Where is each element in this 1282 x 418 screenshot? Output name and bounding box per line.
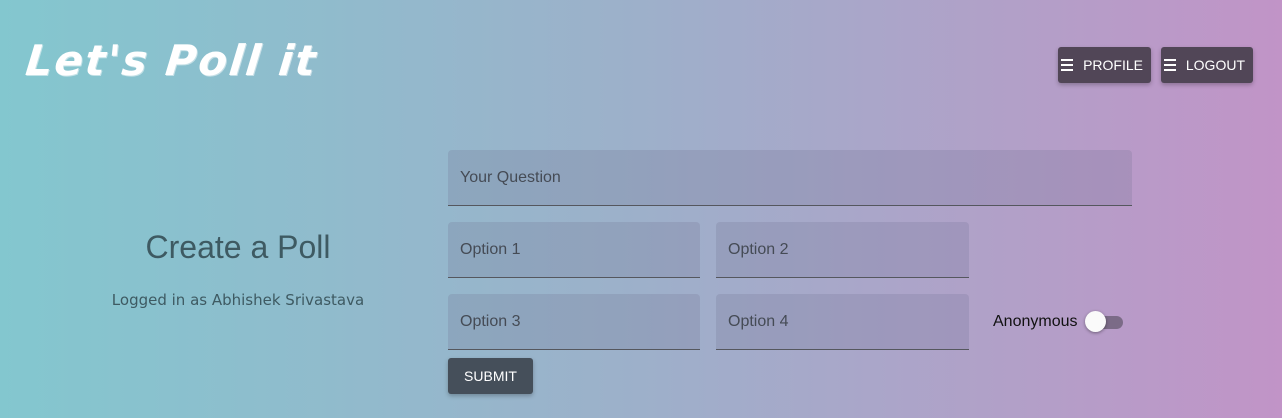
question-field <box>448 150 1132 206</box>
app-logo: Let's Poll it <box>23 36 320 85</box>
logout-button[interactable]: LOGOUT <box>1161 47 1253 83</box>
profile-button[interactable]: PROFILE <box>1058 47 1151 83</box>
option-1-field <box>448 222 700 278</box>
logout-button-label: LOGOUT <box>1185 57 1245 73</box>
option-4-field <box>716 294 969 350</box>
toggle-thumb <box>1085 311 1106 332</box>
menu-icon <box>1061 59 1074 71</box>
option-3-input[interactable] <box>448 294 700 349</box>
question-input[interactable] <box>448 150 1132 205</box>
profile-button-label: PROFILE <box>1083 57 1143 73</box>
option-2-input[interactable] <box>716 222 969 277</box>
option-4-input[interactable] <box>716 294 969 349</box>
option-2-field <box>716 222 969 278</box>
page-title: Create a Poll <box>145 229 331 265</box>
submit-button[interactable]: SUBMIT <box>448 358 533 394</box>
option-3-field <box>448 294 700 350</box>
option-1-input[interactable] <box>448 222 700 277</box>
menu-icon <box>1164 59 1176 71</box>
anonymous-toggle[interactable] <box>1085 311 1125 333</box>
logged-in-text: Logged in as Abhishek Srivastava <box>111 291 365 309</box>
anonymous-label: Anonymous <box>993 313 1078 330</box>
